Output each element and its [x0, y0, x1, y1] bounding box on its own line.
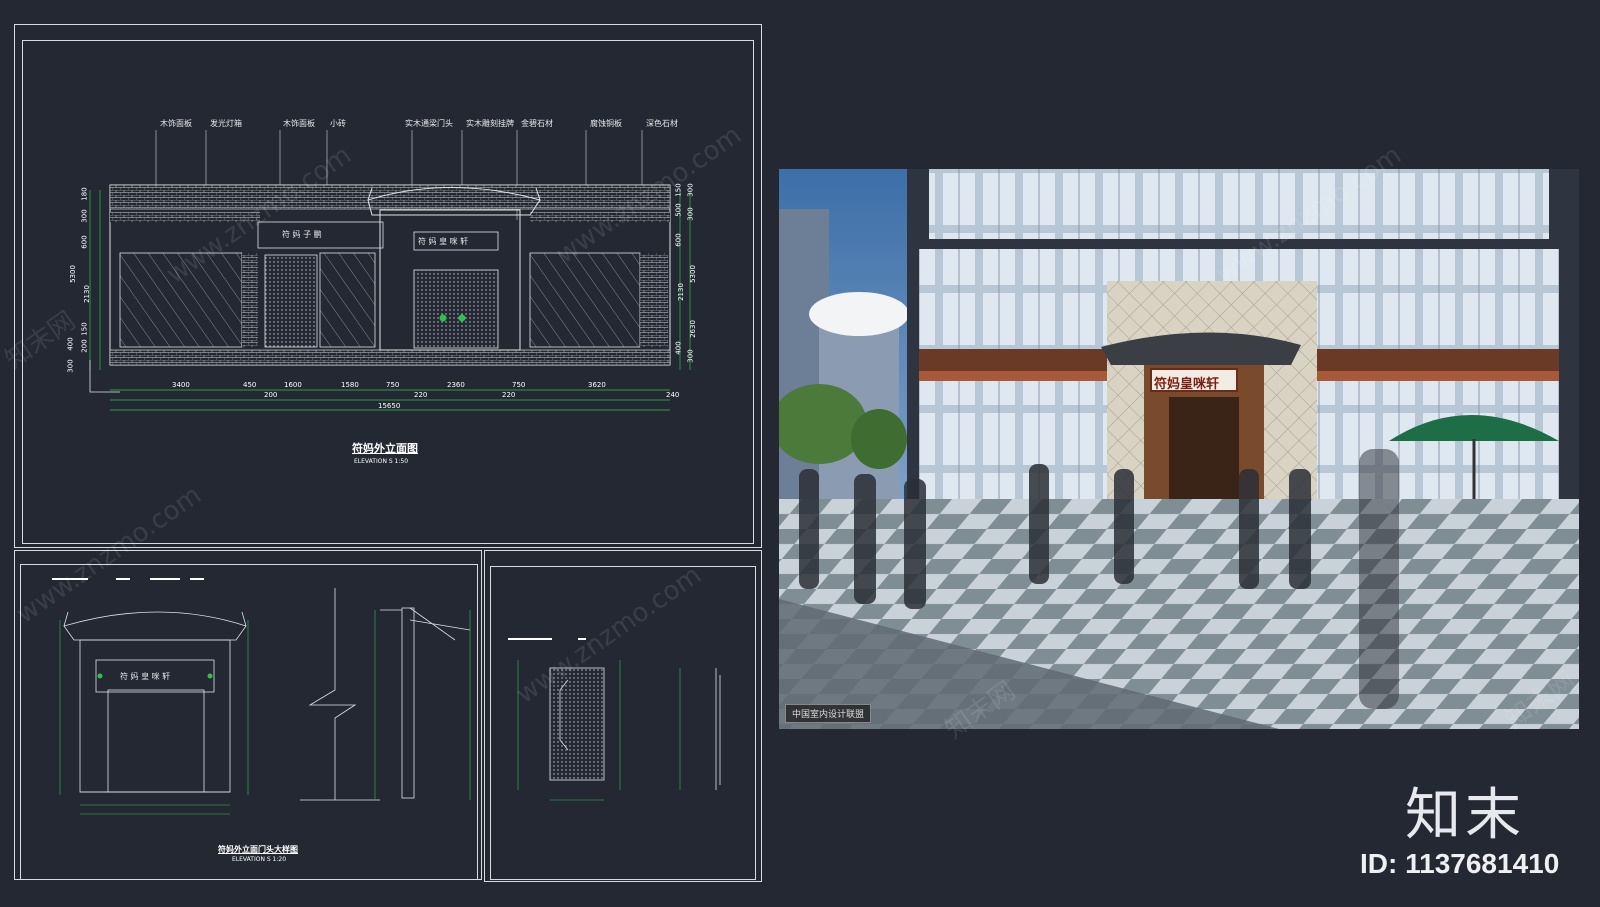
- asset-id: ID: 1137681410: [1360, 848, 1560, 879]
- brand-logo: 知末: [1405, 783, 1525, 848]
- detail-sign: 符 妈 皇 咪 轩: [120, 672, 171, 681]
- render-sign: 符妈皇咪轩: [1154, 377, 1220, 392]
- detail-title: 符妈外立面门头大样图: [218, 845, 298, 854]
- storefront-render: 符妈皇咪轩 中国室内设计联盟: [779, 169, 1579, 729]
- detail-drawing: [52, 578, 721, 815]
- detail-subtitle: ELEVATION S 1:20: [232, 856, 287, 863]
- render-caption: 中国室内设计联盟: [785, 704, 872, 723]
- storefront-render-art: [779, 169, 1579, 729]
